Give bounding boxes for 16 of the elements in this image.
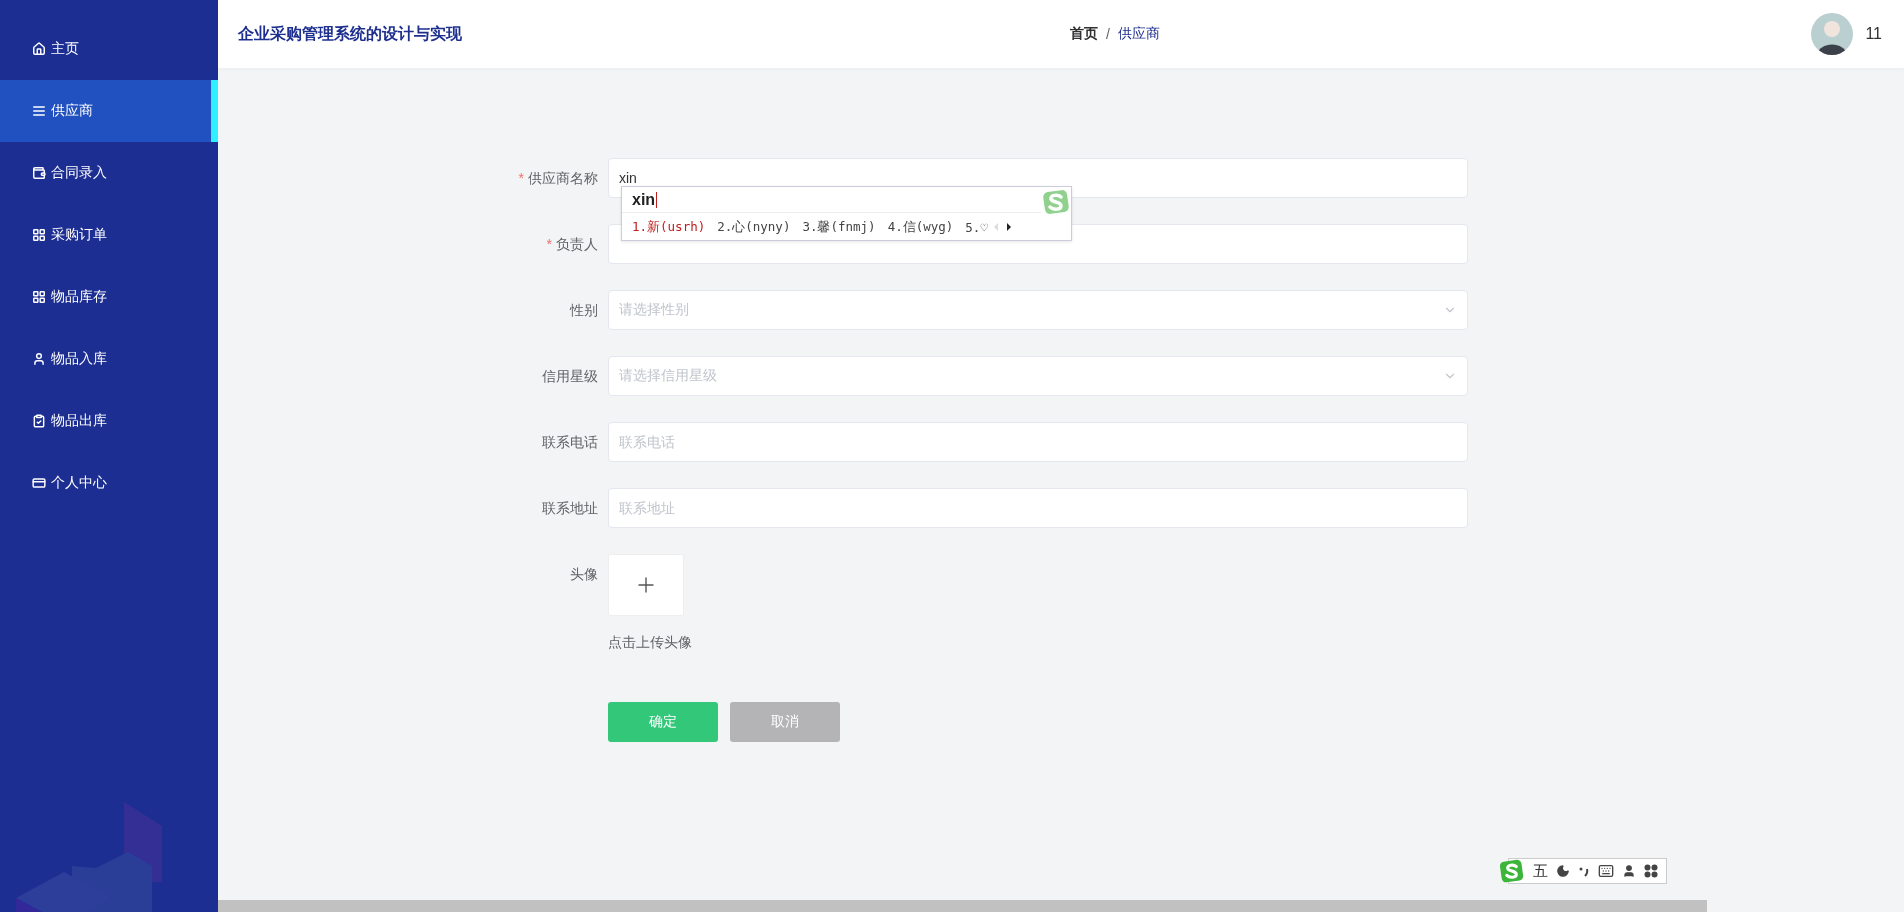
label-text: 性别 xyxy=(570,302,598,318)
label-text: 信用星级 xyxy=(542,368,598,384)
label-text: 联系地址 xyxy=(542,500,598,516)
breadcrumb-separator: / xyxy=(1106,26,1110,42)
app-title: 企业采购管理系统的设计与实现 xyxy=(238,23,463,44)
label-text: 头像 xyxy=(570,566,598,582)
select-placeholder: 请选择信用星级 xyxy=(619,367,718,385)
required-mark: * xyxy=(546,236,552,252)
label-text: 联系电话 xyxy=(542,434,598,450)
user-name: 11 xyxy=(1865,25,1882,43)
upload-caption: 点击上传头像 xyxy=(608,634,693,652)
required-mark: * xyxy=(518,170,524,186)
label-text: 负责人 xyxy=(556,236,598,252)
label-text: 供应商名称 xyxy=(528,170,598,186)
breadcrumb-item: 供应商 xyxy=(1117,25,1160,43)
select-placeholder: 请选择性别 xyxy=(619,301,690,319)
